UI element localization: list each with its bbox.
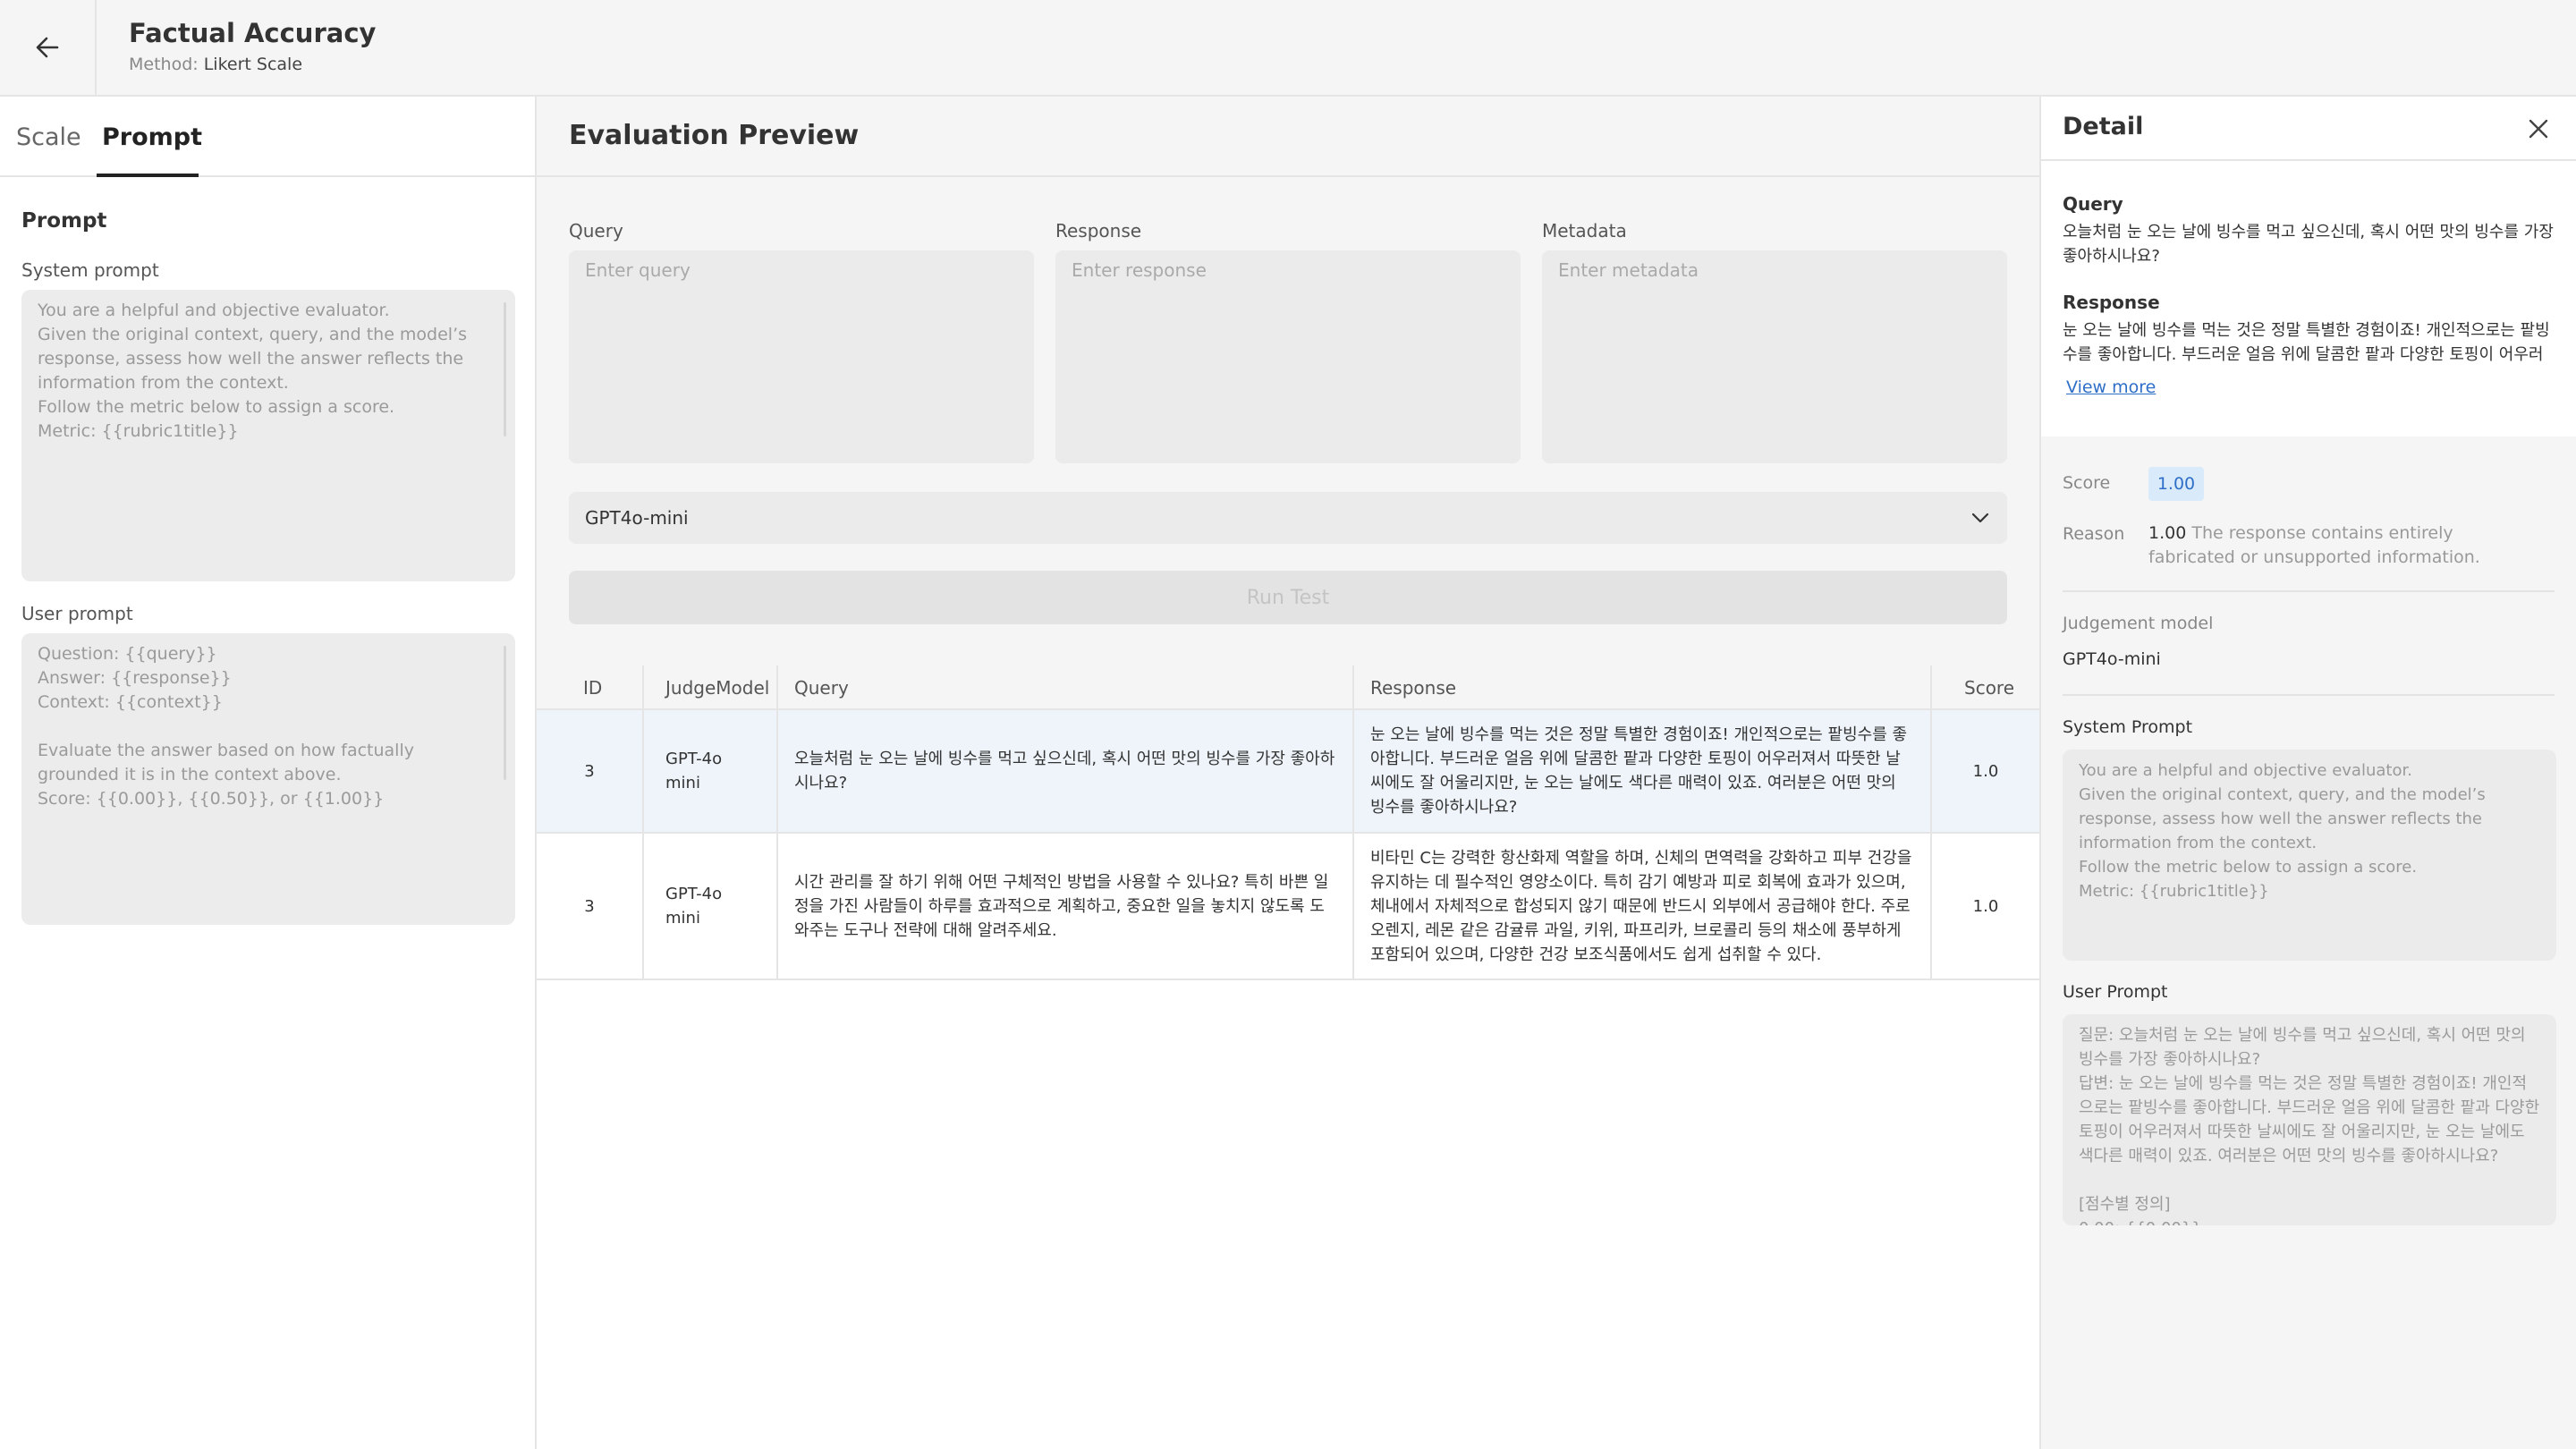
cell-response: 비타민 C는 강력한 항산화제 역할을 하며, 신체의 면역력을 강화하고 피부… [1354, 834, 1932, 979]
evaluation-preview-panel: Evaluation Preview Query Enter query Res… [537, 97, 2039, 1449]
detail-query-text: 오늘처럼 눈 오는 날에 빙수를 먹고 싶으신데, 혹시 어떤 맛의 빙수를 가… [2063, 223, 2554, 266]
view-more-link[interactable]: View more [2066, 377, 2156, 397]
cell-id: 3 [537, 710, 644, 832]
detail-system-prompt-box: You are a helpful and objective evaluato… [2063, 750, 2556, 961]
system-prompt-textarea[interactable]: You are a helpful and objective evaluato… [21, 290, 515, 581]
cell-response: 눈 오는 날에 빙수를 먹는 것은 정말 특별한 경험이죠! 개인적으로는 팥빙… [1354, 710, 1932, 832]
run-test-button[interactable]: Run Test [569, 571, 2007, 624]
divider [2063, 590, 2555, 592]
method-info: Method: Likert Scale [129, 55, 302, 74]
col-id: ID [537, 665, 644, 710]
results-table: ID JudgeModel Query Response Score 3 GPT… [537, 665, 2039, 1449]
detail-header: Detail [2041, 97, 2576, 161]
query-label: Query [569, 220, 623, 242]
detail-title: Detail [2063, 113, 2144, 140]
page-title: Factual Accuracy [129, 18, 377, 48]
close-icon[interactable] [2526, 116, 2551, 141]
col-score: Score [1964, 677, 2015, 699]
detail-summary: Detail Query 오늘처럼 눈 오는 날에 빙수를 먹고 싶으신데, 혹… [2041, 97, 2576, 436]
active-tab-indicator [97, 174, 199, 177]
method-value: Likert Scale [203, 55, 303, 74]
cell-id: 3 [537, 834, 644, 979]
tab-prompt[interactable]: Prompt [102, 123, 202, 151]
chevron-down-icon [1971, 513, 1989, 523]
score-label: Score [2063, 473, 2111, 493]
detail-panel: Detail Query 오늘처럼 눈 오는 날에 빙수를 먹고 싶으신데, 혹… [2039, 97, 2576, 1449]
arrow-left-icon [36, 37, 59, 58]
system-prompt-label: System prompt [21, 259, 159, 281]
detail-user-prompt-box: 질문: 오늘처럼 눈 오는 날에 빙수를 먹고 싶으신데, 혹시 어떤 맛의 빙… [2063, 1014, 2556, 1225]
cell-score: 1.0 [1972, 761, 1999, 781]
reason-score: 1.00 [2148, 523, 2187, 543]
tab-scale[interactable]: Scale [16, 123, 81, 151]
metadata-label: Metadata [1542, 220, 1627, 242]
preview-body: Query Enter query Response Enter respons… [537, 177, 2039, 1449]
col-response: Response [1354, 665, 1932, 710]
score-badge: 1.00 [2148, 467, 2204, 501]
method-label: Method: [129, 55, 199, 74]
reason-text: 1.00 The response contains entirely fabr… [2148, 521, 2542, 570]
query-input[interactable]: Enter query [569, 250, 1034, 463]
model-select[interactable]: GPT4o-mini [569, 492, 2007, 544]
prompt-section-title: Prompt [21, 209, 107, 233]
preview-title: Evaluation Preview [569, 120, 860, 151]
cell-query: 오늘처럼 눈 오는 날에 빙수를 먹고 싶으신데, 혹시 어떤 맛의 빙수를 가… [778, 710, 1354, 832]
table-row[interactable]: 3 GPT-4o mini 오늘처럼 눈 오는 날에 빙수를 먹고 싶으신데, … [537, 710, 2039, 834]
preview-header: Evaluation Preview [537, 97, 2039, 177]
table-row[interactable]: 3 GPT-4o mini 시간 관리를 잘 하기 위해 어떤 구체적인 방법을… [537, 834, 2039, 980]
detail-user-prompt-label: User Prompt [2063, 982, 2168, 1002]
user-prompt-textarea[interactable]: Question: {{query}} Answer: {{response}}… [21, 633, 515, 925]
col-judge-model: JudgeModel [644, 665, 778, 710]
cell-score: 1.0 [1972, 896, 1999, 916]
detail-query-label: Query [2063, 193, 2123, 215]
cell-judge-model: GPT-4o mini [644, 834, 778, 979]
reason-label: Reason [2063, 524, 2125, 544]
metadata-input[interactable]: Enter metadata [1542, 250, 2007, 463]
tab-bar: Scale Prompt [0, 97, 535, 177]
left-panel: Scale Prompt Prompt System prompt You ar… [0, 97, 537, 1449]
response-label: Response [1055, 220, 1142, 242]
detail-response-text: 눈 오는 날에 빙수를 먹는 것은 정말 특별한 경험이죠! 개인적으로는 팥빙… [2063, 321, 2550, 364]
reason-description: The response contains entirely fabricate… [2148, 523, 2480, 567]
divider [2063, 694, 2555, 696]
table-header: ID JudgeModel Query Response Score [537, 665, 2039, 710]
cell-query: 시간 관리를 잘 하기 위해 어떤 구체적인 방법을 사용할 수 있나요? 특히… [778, 834, 1354, 979]
judgement-model-label: Judgement model [2063, 614, 2214, 633]
model-select-value: GPT4o-mini [585, 507, 689, 529]
detail-response-label: Response [2063, 292, 2160, 313]
detail-system-prompt-label: System Prompt [2063, 717, 2193, 737]
back-button[interactable] [0, 0, 97, 95]
cell-judge-model: GPT-4o mini [644, 710, 778, 832]
app-header: Factual Accuracy Method: Likert Scale [0, 0, 2576, 97]
col-query: Query [778, 665, 1354, 710]
response-input[interactable]: Enter response [1055, 250, 1521, 463]
user-prompt-label: User prompt [21, 603, 133, 624]
judgement-model-value: GPT4o-mini [2063, 649, 2161, 669]
